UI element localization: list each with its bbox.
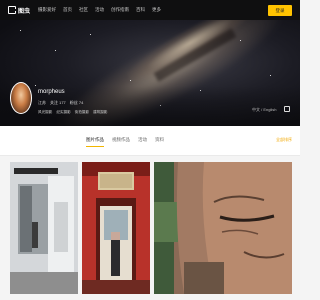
- profile-stats: 江苏 关注 177 粉丝 74: [38, 100, 83, 106]
- nav-item[interactable]: 社区: [79, 7, 88, 13]
- stat-followers[interactable]: 粉丝 74: [70, 100, 84, 106]
- red-temple-gate-photo[interactable]: [82, 162, 150, 294]
- logo-text: 图虫: [18, 8, 31, 15]
- sort-dropdown[interactable]: 全部排序: [276, 137, 292, 143]
- photo-content: [82, 162, 150, 294]
- tab-events[interactable]: 活动: [138, 137, 147, 147]
- nav-item[interactable]: 首页: [63, 7, 72, 13]
- site-logo[interactable]: 图虫: [8, 6, 30, 15]
- photo-content: [10, 162, 78, 294]
- main-nav: 摄影爱好 首页 社区 活动 创作指南 百科 更多: [38, 7, 161, 13]
- logo-icon: [8, 6, 17, 14]
- star: [270, 75, 271, 76]
- content-tabs-bar: 图片作品 视频作品 活动 资料 全部排序: [0, 126, 300, 156]
- tab-photos[interactable]: 图片作品: [86, 137, 104, 147]
- star: [130, 80, 131, 81]
- stone-buddha-face-photo[interactable]: [154, 162, 292, 294]
- tag: 风光摄影: [38, 110, 53, 114]
- street-building-door-photo[interactable]: [10, 162, 78, 294]
- nav-item[interactable]: 创作指南: [111, 7, 129, 13]
- photo-content: [154, 162, 292, 294]
- username: morpheus: [38, 89, 65, 95]
- tab-videos[interactable]: 视频作品: [112, 137, 130, 147]
- nav-item[interactable]: 摄影爱好: [38, 7, 56, 13]
- star: [90, 34, 91, 35]
- star: [55, 50, 56, 51]
- photo-grid: [8, 162, 292, 296]
- top-navigation-bar: 图虫 摄影爱好 首页 社区 活动 创作指南 百科 更多 登录: [0, 0, 300, 20]
- share-icon[interactable]: [284, 106, 290, 112]
- nav-item[interactable]: 百科: [136, 7, 145, 13]
- language-switch[interactable]: 中文 / English: [252, 107, 276, 113]
- star: [240, 40, 241, 41]
- tag: 街拍摄影: [74, 110, 90, 114]
- nav-item[interactable]: 更多: [152, 7, 161, 13]
- tab-info[interactable]: 资料: [155, 137, 164, 147]
- stat-following[interactable]: 关注 177: [50, 100, 66, 106]
- tag: 建筑摄影: [93, 110, 108, 114]
- login-button[interactable]: 登录: [268, 5, 292, 16]
- tag: 纪实摄影: [56, 110, 71, 114]
- star: [20, 30, 21, 31]
- nav-item[interactable]: 活动: [95, 7, 104, 13]
- stat-location: 江苏: [38, 100, 46, 105]
- avatar[interactable]: [10, 82, 32, 114]
- profile-tags: 风光摄影 纪实摄影 街拍摄影 建筑摄影: [38, 110, 108, 115]
- tabs: 图片作品 视频作品 活动 资料: [86, 137, 164, 147]
